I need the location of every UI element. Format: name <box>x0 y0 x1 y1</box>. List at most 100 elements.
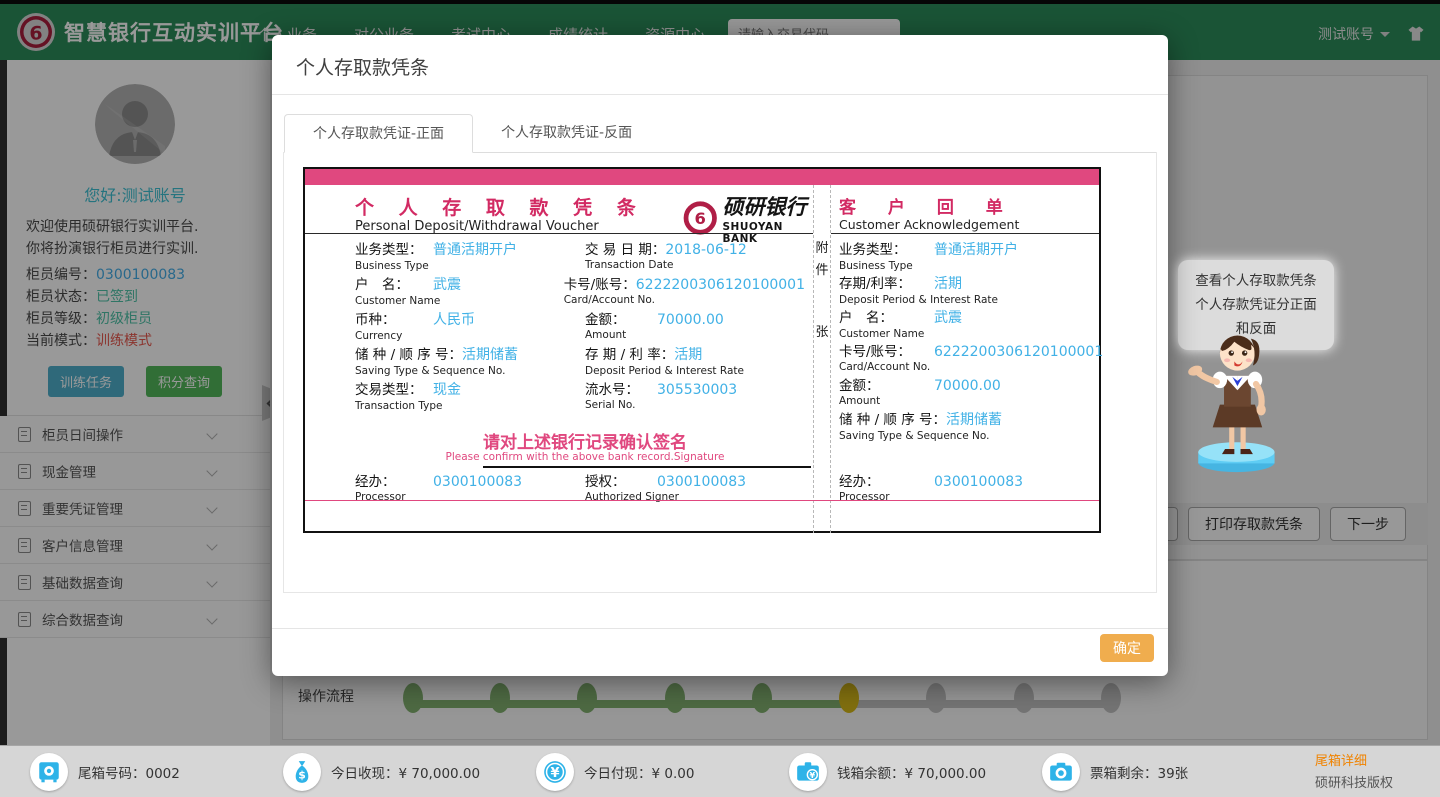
field-label-en: Saving Type & Sequence No. <box>355 365 585 377</box>
voucher-field: 授权：0300100083Authorized Signer <box>585 470 805 503</box>
field-label-en: Customer Name <box>839 328 1089 340</box>
voucher-footer-line <box>305 500 1099 501</box>
voucher-field-line: 金额：70000.00 <box>585 308 805 328</box>
field-value: 0300100083 <box>934 474 1023 490</box>
field-label: 业务类型： <box>355 238 433 258</box>
voucher-field: 存 期 / 利 率：活期Deposit Period & Interest Ra… <box>585 343 805 378</box>
voucher-row: 交易类型：现金Transaction Type流水号：305530003Seri… <box>355 378 805 413</box>
field-label-en: Business Type <box>839 260 1089 272</box>
signature-instruction-cn: 请对上述银行记录确认签名 <box>405 428 765 453</box>
field-value: 普通活期开户 <box>934 242 1018 258</box>
field-label: 存期/利率： <box>839 272 934 292</box>
voucher-field: 储 种 / 顺 序 号：活期储蓄Saving Type & Sequence N… <box>355 343 585 378</box>
voucher-field-line: 币种：人民币 <box>355 308 585 329</box>
svg-text:¥: ¥ <box>550 765 559 780</box>
field-label: 储 种 / 顺 序 号： <box>839 408 946 428</box>
field-label: 交易类型： <box>355 378 433 398</box>
field-label-en: Currency <box>355 330 585 342</box>
field-label-en: Amount <box>839 395 1089 407</box>
divider <box>831 233 1099 234</box>
field-label: 储 种 / 顺 序 号： <box>355 343 462 363</box>
field-label: 金额： <box>585 308 657 328</box>
field-value: 人民币 <box>433 312 475 328</box>
voucher-bank-logo: 6 硕研银行 SHUOYAN BANK <box>683 191 813 245</box>
copyright-text: 硕研科技版权 <box>1315 773 1393 795</box>
voucher-field-line: 存期/利率：活期 <box>839 272 1089 293</box>
voucher-field: 交 易 日 期：2018-06-12Transaction Date <box>585 238 805 273</box>
voucher-field: 户 名：武震Customer Name <box>839 306 1089 340</box>
statusbar-item: ¥ 今日付现：¥ 0.00 <box>536 753 789 791</box>
field-value: 6222200306120100001 <box>636 277 805 293</box>
voucher-field-line: 业务类型：普通活期开户 <box>839 238 1089 259</box>
field-label: 业务类型： <box>839 238 934 258</box>
voucher-field-line: 卡号/账号：6222200306120100001 <box>839 340 1089 360</box>
modal-title: 个人存取款凭条 <box>296 53 429 80</box>
field-label: 交 易 日 期： <box>585 238 665 258</box>
voucher-row: 业务类型：普通活期开户 Business Type交 易 日 期：2018-06-… <box>355 238 805 273</box>
svg-text:¥: ¥ <box>810 769 816 779</box>
statusbar-text: 今日付现：¥ 0.00 <box>584 762 694 782</box>
attachment-char: 附 <box>814 238 830 260</box>
field-value: 活期 <box>934 276 962 292</box>
deposit-voucher: 个 人 存 取 款 凭 条 Personal Deposit/Withdrawa… <box>303 167 1101 533</box>
statusbar-item: 票箱剩余：39张 <box>1042 753 1295 791</box>
field-label: 户 名： <box>839 306 934 326</box>
svg-text:6: 6 <box>695 209 706 228</box>
voucher-row: 储 种 / 顺 序 号：活期储蓄Saving Type & Sequence N… <box>355 343 805 378</box>
tailbox-detail-link[interactable]: 尾箱详细 <box>1315 751 1393 773</box>
field-label: 经办： <box>355 470 433 490</box>
confirm-button[interactable]: 确定 <box>1100 634 1154 662</box>
voucher-field: 流水号：305530003Serial No. <box>585 378 805 413</box>
acknowledgement-title-en: Customer Acknowledgement <box>839 217 1019 232</box>
field-label-en: Customer Name <box>355 295 564 307</box>
field-value: 活期储蓄 <box>462 347 518 363</box>
voucher-field: 金额：70000.00Amount <box>585 308 805 343</box>
voucher-right-section: 客 户 回 单 Customer Acknowledgement 业务类型：普通… <box>831 185 1099 533</box>
voucher-field-line: 户 名：武震 <box>355 273 564 294</box>
field-label: 币种： <box>355 308 433 328</box>
voucher-field: 业务类型：普通活期开户Business Type <box>839 238 1089 272</box>
field-label: 授权： <box>585 470 657 490</box>
safe-icon <box>30 753 68 791</box>
voucher-title-cn: 个 人 存 取 款 凭 条 <box>355 193 645 220</box>
voucher-title-en: Personal Deposit/Withdrawal Voucher <box>355 219 599 234</box>
tab-voucher-front[interactable]: 个人存取款凭证-正面 <box>284 114 473 153</box>
voucher-field: 卡号/账号：6222200306120100001Card/Account No… <box>839 340 1089 374</box>
field-value: 6222200306120100001 <box>934 344 1103 360</box>
voucher-field: 户 名：武震Customer Name <box>355 273 564 308</box>
field-label: 流水号： <box>585 378 657 398</box>
field-value: 0300100083 <box>433 474 522 490</box>
ticketbox-icon <box>1042 753 1080 791</box>
voucher-field-line: 经办：0300100083 <box>355 470 585 490</box>
field-label-en: Card/Account No. <box>564 294 805 306</box>
field-label-en: Amount <box>585 329 805 341</box>
signature-line <box>483 466 811 468</box>
field-label-en: Saving Type & Sequence No. <box>839 430 1089 442</box>
voucher-field: 业务类型：普通活期开户 Business Type <box>355 238 585 273</box>
cashbox-icon: ¥ <box>789 753 827 791</box>
field-label: 卡号/账号： <box>839 340 934 360</box>
voucher-row: 户 名：武震Customer Name卡号/账号：622220030612010… <box>355 273 805 308</box>
tab-voucher-back[interactable]: 个人存取款凭证-反面 <box>473 114 660 153</box>
statusbar-item: $今日收现：¥ 70,000.00 <box>283 753 536 791</box>
voucher-row: 币种：人民币Currency金额：70000.00Amount <box>355 308 805 343</box>
voucher-field: 储 种 / 顺 序 号：活期储蓄Saving Type & Sequence N… <box>839 408 1089 442</box>
field-value: 武震 <box>934 310 962 326</box>
signature-instruction-en: Please confirm with the above bank recor… <box>405 451 765 463</box>
voucher-field-line: 储 种 / 顺 序 号：活期储蓄 <box>355 343 585 364</box>
field-label-en: Business Type <box>355 260 585 272</box>
voucher-field-line: 金额：70000.00 <box>839 374 1089 394</box>
statusbar-text: 尾箱号码：0002 <box>78 762 180 782</box>
attachment-column: 附件张 <box>813 185 831 533</box>
voucher-field: 卡号/账号：6222200306120100001Card/Account No… <box>564 273 805 308</box>
field-label: 户 名： <box>355 273 433 293</box>
field-value: 普通活期开户 <box>433 242 517 258</box>
field-value: 活期 <box>674 347 702 363</box>
field-label-en: Serial No. <box>585 399 805 411</box>
bank-name-cn: 硕研银行 <box>723 191 814 221</box>
field-label: 经办： <box>839 470 934 490</box>
voucher-field: 金额：70000.00Amount <box>839 374 1089 408</box>
voucher-field: 经办：0300100083Processor <box>355 470 585 503</box>
voucher-field-line: 户 名：武震 <box>839 306 1089 327</box>
field-label-en: Card/Account No. <box>839 361 1089 373</box>
